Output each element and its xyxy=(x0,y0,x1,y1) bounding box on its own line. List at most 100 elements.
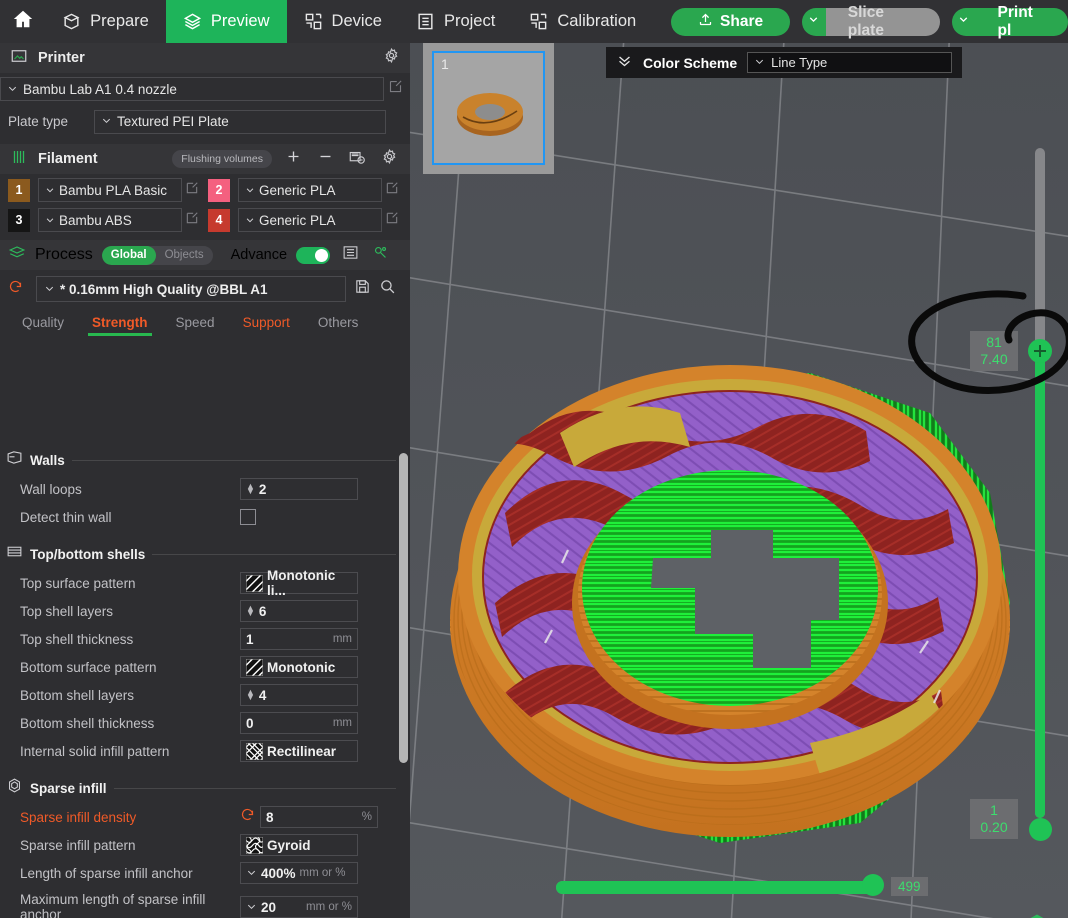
print-plate-dropdown-toggle[interactable] xyxy=(951,7,976,36)
top-shell-layers-input[interactable]: ▲ ▼ 6 xyxy=(240,600,358,622)
edit-filament-button-1[interactable] xyxy=(182,181,202,200)
sparse-infill-pattern-combo[interactable]: Gyroid xyxy=(240,834,358,856)
filament-color-swatch-4[interactable]: 4 xyxy=(208,208,230,232)
spinner-arrows[interactable]: ▲ ▼ xyxy=(246,482,255,496)
layer-slider-lower-handle[interactable] xyxy=(1029,818,1052,841)
filament-settings-gear-button[interactable] xyxy=(378,148,400,170)
printer-preset-combo[interactable]: Bambu Lab A1 0.4 nozzle xyxy=(0,77,384,101)
filament-preset-combo-3[interactable]: Bambu ABS xyxy=(38,208,182,232)
slice-plate-button[interactable]: Slice plate xyxy=(825,4,940,39)
setting-value: 4 xyxy=(258,687,267,703)
tab-strength[interactable]: Strength xyxy=(78,315,162,336)
filament-color-swatch-1[interactable]: 1 xyxy=(8,178,30,202)
minus-icon xyxy=(317,148,334,170)
process-preset-combo[interactable]: * 0.16mm High Quality @BBL A1 xyxy=(36,276,346,302)
reset-sparse-infill-density-button[interactable] xyxy=(240,807,256,827)
layer-slider-track[interactable] xyxy=(1035,148,1045,818)
nav-label: Prepare xyxy=(90,12,149,30)
tab-speed[interactable]: Speed xyxy=(162,315,229,336)
internal-solid-infill-pattern-combo[interactable]: Rectilinear xyxy=(240,740,358,762)
setting-row-bottom-shell-thickness: Bottom shell thickness 0 mm xyxy=(0,709,410,737)
filament-preset-combo-1[interactable]: Bambu PLA Basic xyxy=(38,178,182,202)
share-button[interactable]: Share xyxy=(671,7,790,36)
bottom-surface-pattern-combo[interactable]: Monotonic xyxy=(240,656,358,678)
spinner-arrows[interactable]: ▲ ▼ xyxy=(246,688,255,702)
share-upload-icon xyxy=(698,12,713,32)
nav-tab-project[interactable]: Project xyxy=(399,0,512,43)
bottom-shell-thickness-input[interactable]: 0 mm xyxy=(240,712,358,734)
detect-thin-wall-checkbox[interactable] xyxy=(240,509,256,525)
setting-value: 2 xyxy=(258,481,267,497)
spinner-arrows[interactable]: ▲ ▼ xyxy=(246,604,255,618)
setting-unit: mm xyxy=(332,717,352,729)
length-of-sparse-infill-anchor-combo[interactable]: 400% mm or % xyxy=(240,862,358,884)
nav-tab-calibration[interactable]: Calibration xyxy=(512,0,653,43)
slice-plate-dropdown-toggle[interactable] xyxy=(801,7,826,36)
3d-preview-viewport[interactable]: 1 Color Scheme Line Type 81 7.40 1 0.20 … xyxy=(410,43,1068,918)
gear-icon xyxy=(383,47,400,69)
nav-tab-device[interactable]: Device xyxy=(287,0,399,43)
tab-support[interactable]: Support xyxy=(229,315,304,336)
bottom-shell-layers-input[interactable]: ▲ ▼ 4 xyxy=(240,684,358,706)
edit-printer-button[interactable] xyxy=(384,79,406,99)
plate-thumbnail[interactable]: 1 xyxy=(423,43,554,174)
setting-label: Length of sparse infill anchor xyxy=(20,865,193,881)
parameter-list-button[interactable] xyxy=(339,244,361,266)
scope-global-button[interactable]: Global xyxy=(101,245,156,265)
collapse-color-scheme-button[interactable] xyxy=(616,52,633,74)
wall-loops-input[interactable]: ▲ ▼ 2 xyxy=(240,478,358,500)
filament-color-swatch-3[interactable]: 3 xyxy=(8,208,30,232)
setting-label: Detect thin wall xyxy=(20,509,112,525)
flushing-volumes-button[interactable]: Flushing volumes xyxy=(172,150,272,168)
layer-height: 7.40 xyxy=(980,351,1008,367)
move-slider-handle[interactable] xyxy=(862,874,884,896)
infill-icon xyxy=(6,777,23,799)
tab-others[interactable]: Others xyxy=(304,315,373,336)
print-plate-split-button: Print pl xyxy=(951,4,1068,39)
reset-process-button[interactable] xyxy=(8,279,24,299)
search-icon xyxy=(379,278,396,300)
tab-quality[interactable]: Quality xyxy=(8,315,78,336)
top-shell-thickness-input[interactable]: 1 mm xyxy=(240,628,358,650)
settings-vertical-scrollbar[interactable] xyxy=(399,453,408,763)
filament-slot-grid: 1 Bambu PLA Basic 2 Generic PLA 3 Bambu … xyxy=(0,174,410,240)
edit-filament-button-3[interactable] xyxy=(182,211,202,230)
plate-type-combo[interactable]: Textured PEI Plate xyxy=(94,109,386,134)
filament-preset-combo-4[interactable]: Generic PLA xyxy=(238,208,382,232)
compare-presets-button[interactable] xyxy=(370,244,390,266)
move-slider-track[interactable] xyxy=(556,881,881,894)
sparse-infill-density-input[interactable]: 8 % xyxy=(260,806,378,828)
printer-preset-value: Bambu Lab A1 0.4 nozzle xyxy=(23,81,177,97)
chevron-down-icon xyxy=(246,900,257,915)
layers-toggle-button[interactable] xyxy=(1023,911,1051,918)
filament-name: Generic PLA xyxy=(259,212,336,228)
edit-filament-button-4[interactable] xyxy=(382,211,402,230)
filament-preset-combo-2[interactable]: Generic PLA xyxy=(238,178,382,202)
setting-label: Top surface pattern xyxy=(20,575,136,591)
filament-row: 1 Bambu PLA Basic 2 Generic PLA xyxy=(8,178,402,202)
printer-settings-gear-button[interactable] xyxy=(383,47,400,69)
filament-color-swatch-2[interactable]: 2 xyxy=(208,178,230,202)
settings-scroll-area[interactable]: Walls Wall loops ▲▼ 2 Detect thin wall xyxy=(0,443,410,918)
add-filament-button[interactable] xyxy=(282,148,304,170)
save-process-button[interactable] xyxy=(354,278,371,300)
nav-tab-preview[interactable]: Preview xyxy=(165,0,287,43)
layer-slider-upper-handle[interactable] xyxy=(1028,339,1052,363)
print-plate-button[interactable]: Print pl xyxy=(975,4,1068,39)
nav-tab-prepare[interactable]: Prepare xyxy=(45,0,166,43)
color-scheme-select[interactable]: Line Type xyxy=(747,52,953,73)
setting-label: Wall loops xyxy=(20,481,82,497)
scope-objects-button[interactable]: Objects xyxy=(156,246,213,265)
home-button[interactable] xyxy=(0,0,45,43)
ams-sync-button[interactable] xyxy=(346,148,368,171)
advance-mode-toggle[interactable] xyxy=(296,246,331,264)
top-surface-pattern-combo[interactable]: Monotonic li... xyxy=(240,568,358,598)
layer-slider-fill xyxy=(1035,355,1045,818)
preview-layers-icon xyxy=(183,12,202,31)
edit-filament-button-2[interactable] xyxy=(382,181,402,200)
reset-icon xyxy=(240,807,255,827)
search-settings-button[interactable] xyxy=(379,278,396,300)
remove-filament-button[interactable] xyxy=(314,148,336,170)
maximum-length-of-sparse-infill-anchor-combo[interactable]: 20 mm or % xyxy=(240,896,358,918)
chevron-down-icon xyxy=(101,114,112,129)
